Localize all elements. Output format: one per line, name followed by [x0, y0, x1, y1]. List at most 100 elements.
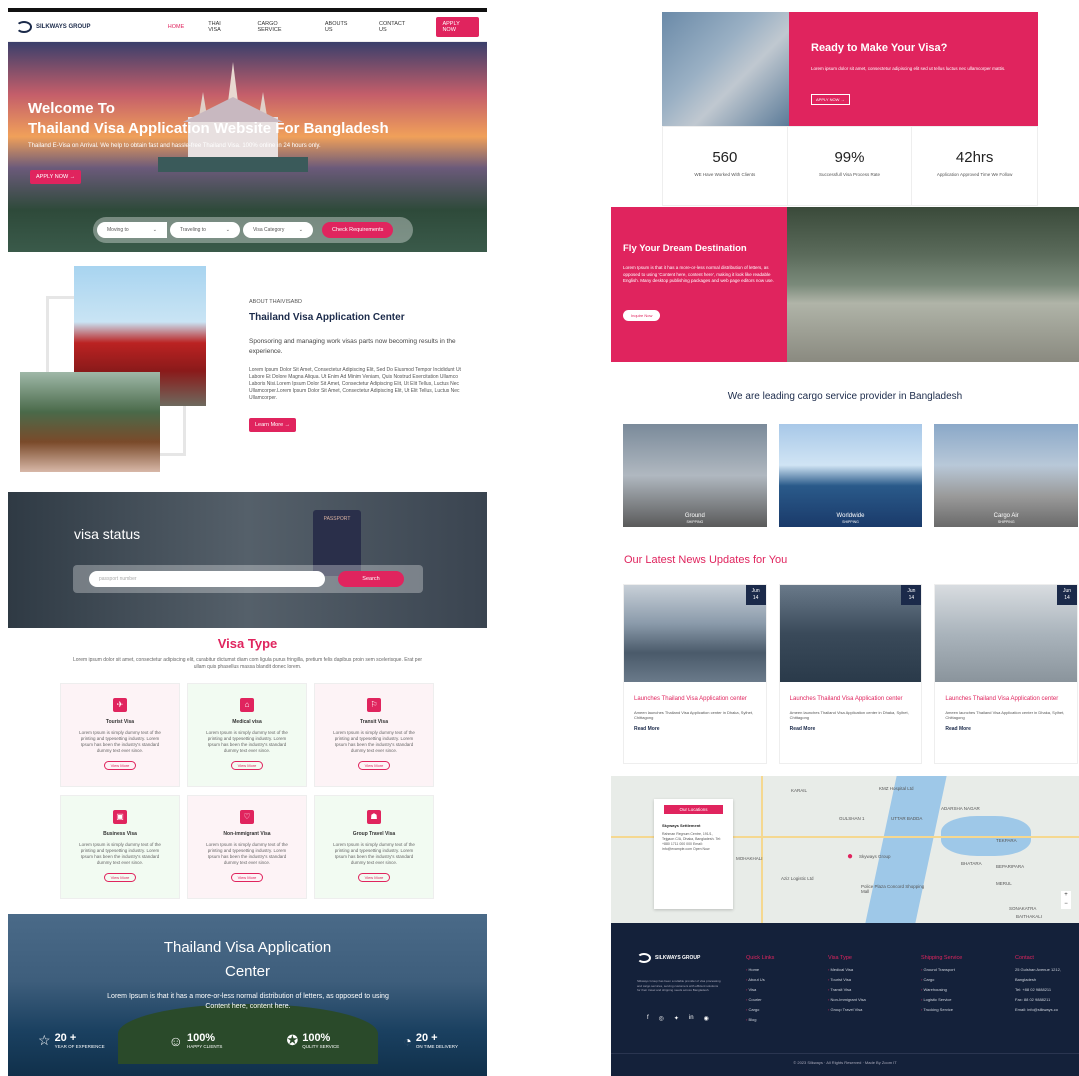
news-heading: Our Latest News Updates for You	[624, 554, 788, 566]
visa-card-non-immigrant[interactable]: ♡ Non-immigrant Visa Lorem Ipsum is simply…	[187, 795, 307, 899]
learn-more-button[interactable]: Learn More →	[249, 418, 297, 432]
stat-clients: ☺ 100% HAPPY CLIENTS	[168, 1032, 223, 1049]
zoom-in-button[interactable]: +	[1061, 891, 1071, 900]
traveling-to-select[interactable]: Traveling to ⌄	[170, 222, 240, 238]
fly-text: Lorem Ipsum is that it has a more-or-les…	[623, 265, 774, 283]
people-star-icon: ☆	[38, 1032, 51, 1048]
airport-photo	[787, 207, 1079, 362]
social-links: f ◎ ✦ in ◉	[647, 1015, 709, 1022]
about-tag: ABOUT THAIVISABD	[249, 299, 302, 305]
ready-apply-button[interactable]: APPLY NOW →	[811, 94, 850, 105]
office-photo: Jun 14	[935, 585, 1078, 682]
view-more-button[interactable]: View More	[357, 761, 391, 770]
visa-type-section: Visa Type Lorem ipsum dolor sit amet, co…	[8, 628, 487, 914]
cargo-card-worldwide[interactable]: Worldwide SHIPPING	[778, 424, 923, 527]
left-page-column: SILKWAYS GROUP HOME THAI VISA CARGO SERV…	[8, 8, 487, 1076]
view-more-button[interactable]: View More	[357, 873, 391, 882]
temple-photo	[20, 372, 160, 472]
hero-subtitle: Thailand E-Visa on Arrival. We help to o…	[28, 143, 321, 149]
instagram-icon[interactable]: ◎	[659, 1015, 664, 1022]
clock-check-icon: ◔	[403, 1032, 412, 1049]
news-date-badge: Jun 14	[901, 585, 922, 605]
fly-panel: Fly Your Dream Destination Lorem Ipsum i…	[611, 207, 787, 362]
group-icon: ☗	[367, 810, 381, 824]
about-body: Lorem Ipsum Dolor Sit Amet, Consectetur …	[249, 367, 461, 401]
visa-card-business[interactable]: ▣ Business Visa Lorem Ipsum is simply dumm…	[60, 795, 180, 899]
cargo-card-ground[interactable]: Ground SHIPPING	[623, 424, 767, 527]
visa-card-tourist[interactable]: ✈ Tourist Visa Lorem Ipsum is simply dummy…	[60, 683, 180, 787]
news-card[interactable]: Jun 14 Launches Thailand Visa Application …	[934, 584, 1079, 764]
view-more-button[interactable]: View More	[230, 873, 264, 882]
check-requirements-button[interactable]: Check Requirements	[322, 222, 394, 238]
visa-search-button[interactable]: Search	[338, 571, 404, 587]
cargo-card-air[interactable]: Cargo Air SHIPPING	[934, 424, 1079, 527]
map-zoom-control[interactable]: + −	[1061, 891, 1071, 909]
read-more-link[interactable]: Read More	[790, 726, 912, 732]
location-address: Rahman Regnum Centre, 191/1, Tejgaon C/A…	[662, 832, 721, 851]
ready-title: Ready to Make Your Visa?	[811, 42, 948, 54]
hero-banner: Welcome To Thailand Visa Application Webs…	[8, 42, 487, 252]
visa-status-section: visa status PASSPORT passport number Sea…	[8, 492, 487, 628]
map-location-card: Our Locations Skyways Settlement Rahman …	[654, 799, 733, 909]
read-more-link[interactable]: Read More	[634, 726, 756, 732]
footer-quick-links: Quick Links Home About Us Visa Courier C…	[746, 953, 774, 1025]
visa-card-medical[interactable]: ⌂ Medical visa Lorem Ipsum is simply dummy…	[187, 683, 307, 787]
linkedin-icon[interactable]: in	[689, 1015, 694, 1022]
logo-mark-icon	[637, 953, 651, 963]
visa-card-group-travel[interactable]: ☗ Group Travel Visa Lorem Ipsum is simply …	[314, 795, 434, 899]
map-pin-icon[interactable]: ●	[847, 851, 853, 862]
moving-to-select[interactable]: Moving to ⌄	[97, 222, 167, 238]
nav-cargo-service[interactable]: CARGO SERVICE	[257, 21, 300, 33]
view-more-button[interactable]: View More	[230, 761, 264, 770]
nav-about-us[interactable]: ABOUTS US	[325, 21, 355, 33]
nav-contact-us[interactable]: CONTACT US	[379, 21, 412, 33]
briefcase-icon: ▣	[113, 810, 127, 824]
chevron-down-icon: ⌄	[225, 227, 230, 233]
nav-home[interactable]: HOME	[168, 24, 185, 30]
copyright: © 2023 Silkways · All Rights Reserved · …	[611, 1053, 1079, 1065]
nav-thai-visa[interactable]: THAI VISA	[208, 21, 233, 33]
site-footer: SILKWAYS GROUP Silkways Group has been a…	[611, 923, 1079, 1076]
stat-experience: ☆ 20 + YEAR OF EXPERIENCE	[38, 1032, 105, 1049]
location-map[interactable]: KARAIL GULSHAN 1 UTTAR BADDA ADARSHA NAG…	[611, 776, 1079, 923]
ready-stats: 560 WE Have Worked With Clients 99% Succes…	[662, 126, 1038, 206]
news-date-badge: Jun 14	[1057, 585, 1078, 605]
visa-type-title: Visa Type	[217, 636, 278, 651]
cargo-cards: Ground SHIPPING Worldwide SHIPPING Cargo A…	[623, 424, 1079, 527]
center-stats: ☆ 20 + YEAR OF EXPERIENCE ☺ 100% HAPPY CLIEN…	[38, 1032, 458, 1049]
transit-icon: ⚐	[367, 698, 381, 712]
inquire-now-button[interactable]: Inquire Now	[623, 310, 661, 321]
stat-quality: ✪ 100% QULITY SERVICE	[286, 1032, 340, 1049]
hospital-icon: ⌂	[240, 698, 254, 712]
visa-card-transit[interactable]: ⚐ Transit Visa Lorem Ipsum is simply dummy…	[314, 683, 434, 787]
hero-apply-button[interactable]: APPLY NOW →	[30, 170, 82, 184]
brand-logo[interactable]: SILKWAYS GROUP	[16, 20, 168, 33]
zoom-out-button[interactable]: −	[1061, 900, 1071, 909]
chevron-down-icon: ⌄	[152, 227, 157, 233]
stat-approval-time: 42hrs Application Approved Time We Follow	[936, 149, 1013, 177]
center-banner: Thailand Visa Application Center Lorem Ip…	[8, 914, 487, 1076]
visa-status-title: visa status	[74, 526, 141, 542]
visa-category-select[interactable]: Visa Category ⌄	[243, 222, 313, 238]
passport-number-input[interactable]: passport number	[89, 571, 325, 587]
requirements-search-bar: Moving to ⌄ Traveling to ⌄ Visa Category ⌄ …	[93, 217, 413, 243]
apply-now-button[interactable]: APPLY NOW	[436, 16, 479, 37]
airplane-photo	[662, 12, 790, 126]
center-text: Lorem Ipsum is that it has a more-or-les…	[107, 993, 389, 1010]
facebook-icon[interactable]: f	[647, 1015, 649, 1022]
plane-icon: ✈	[113, 698, 127, 712]
read-more-link[interactable]: Read More	[945, 726, 1067, 732]
view-more-button[interactable]: View More	[103, 761, 137, 770]
footer-logo[interactable]: SILKWAYS GROUP	[637, 953, 700, 963]
visa-type-desc: Lorem ipsum dolor sit amet, consectetur …	[72, 657, 423, 670]
fly-title: Fly Your Dream Destination	[623, 243, 747, 254]
view-more-button[interactable]: View More	[103, 873, 137, 882]
hero-title: Welcome To Thailand Visa Application Webs…	[28, 100, 389, 137]
youtube-icon[interactable]: ◉	[704, 1015, 709, 1022]
twitter-icon[interactable]: ✦	[674, 1015, 679, 1022]
office-photo: Jun 14	[779, 585, 922, 682]
award-icon: ✪	[286, 1032, 299, 1048]
news-card[interactable]: Jun 14 Launches Thailand Visa Application …	[778, 584, 923, 764]
news-card[interactable]: Jun 14 Launches Thailand Visa Application …	[623, 584, 767, 764]
center-title: Thailand Visa Application Center	[163, 939, 332, 980]
